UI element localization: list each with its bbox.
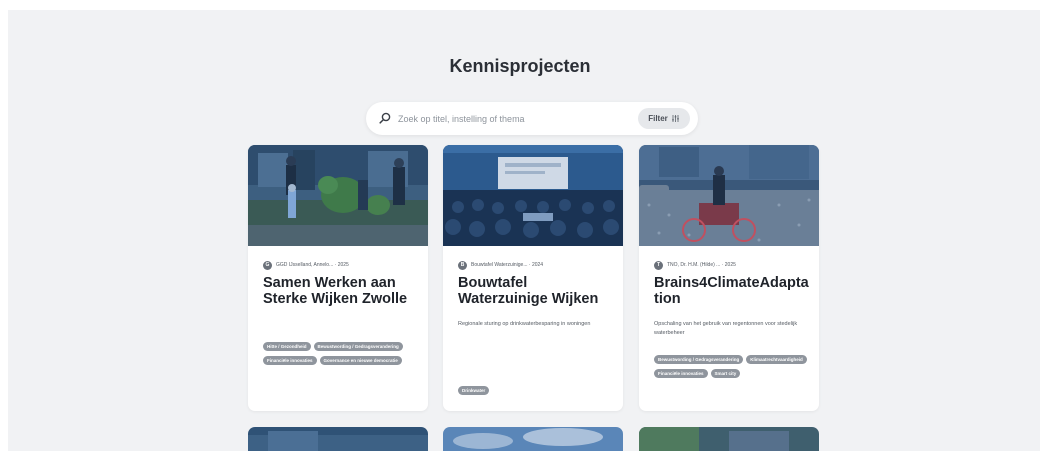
project-image-partial [248,427,428,451]
tag[interactable]: Financiële innovaties [263,356,317,365]
tag[interactable]: Klimaatrechtvaardigheid [746,355,807,364]
avatar: T [654,260,663,270]
card-meta: T TNO, Dr. H.M. (Hilde) ... · 2025 [654,260,736,270]
project-image-partial [639,427,819,451]
card-description: Opschaling van het gebruik van regentonn… [654,321,798,336]
project-card[interactable]: G GGD IJsselland, Annelo... · 2025 Samen… [248,145,428,411]
filter-label: Filter [648,114,668,123]
card-meta: B Bouwtafel Waterzuinige... · 2024 [458,260,543,270]
page-title: Kennisprojecten [449,56,591,76]
project-image-cargo-bike [639,145,819,246]
tag[interactable]: Bewustwording / Gedragsverandering [313,342,403,351]
tag[interactable]: Governance en nieuwe democratie [319,356,402,365]
card-meta-text: TNO, Dr. H.M. (Hilde) ... · 2025 [667,262,736,268]
tag[interactable]: Bewustwording / Gedragsverandering [654,355,744,364]
tag-list: Drinkwater [458,386,616,395]
project-card-partial[interactable] [443,427,623,451]
project-card[interactable]: T TNO, Dr. H.M. (Hilde) ... · 2025 Brain… [639,145,819,411]
avatar: B [458,260,467,270]
card-title[interactable]: Brains4ClimateAdaptation [654,275,812,307]
project-image-partial [443,427,623,451]
card-meta: G GGD IJsselland, Annelo... · 2025 [263,260,349,270]
filter-sliders-icon [671,115,679,122]
tag-list: Hitte / Gezondheid Bewustwording / Gedra… [263,342,421,365]
project-card[interactable]: B Bouwtafel Waterzuinige... · 2024 Bouwt… [443,145,623,411]
avatar: G [263,260,272,270]
card-title[interactable]: Samen Werken aan Sterke Wijken Zwolle [263,275,421,307]
tag[interactable]: Smart city [710,369,741,378]
project-image-planting [248,145,428,246]
project-card-partial[interactable] [639,427,819,451]
card-meta-text: Bouwtafel Waterzuinige... · 2024 [471,262,544,268]
search-icon [379,112,391,124]
tag[interactable]: Financiële innovaties [654,369,708,378]
search-bar: Filter [366,102,698,135]
tag[interactable]: Drinkwater [458,386,490,395]
project-card-partial[interactable] [248,427,428,451]
card-description: Regionale sturing op drinkwaterbesparing… [458,321,591,327]
tag[interactable]: Hitte / Gezondheid [263,342,311,351]
project-image-conference [443,145,623,246]
search-input[interactable] [396,108,630,130]
tag-list: Bewustwording / Gedragsverandering Klima… [654,355,812,378]
filter-button[interactable]: Filter [638,108,690,129]
card-title[interactable]: Bouwtafel Waterzuinige Wijken [458,275,616,307]
card-meta-text: GGD IJsselland, Annelo... · 2025 [276,262,349,268]
